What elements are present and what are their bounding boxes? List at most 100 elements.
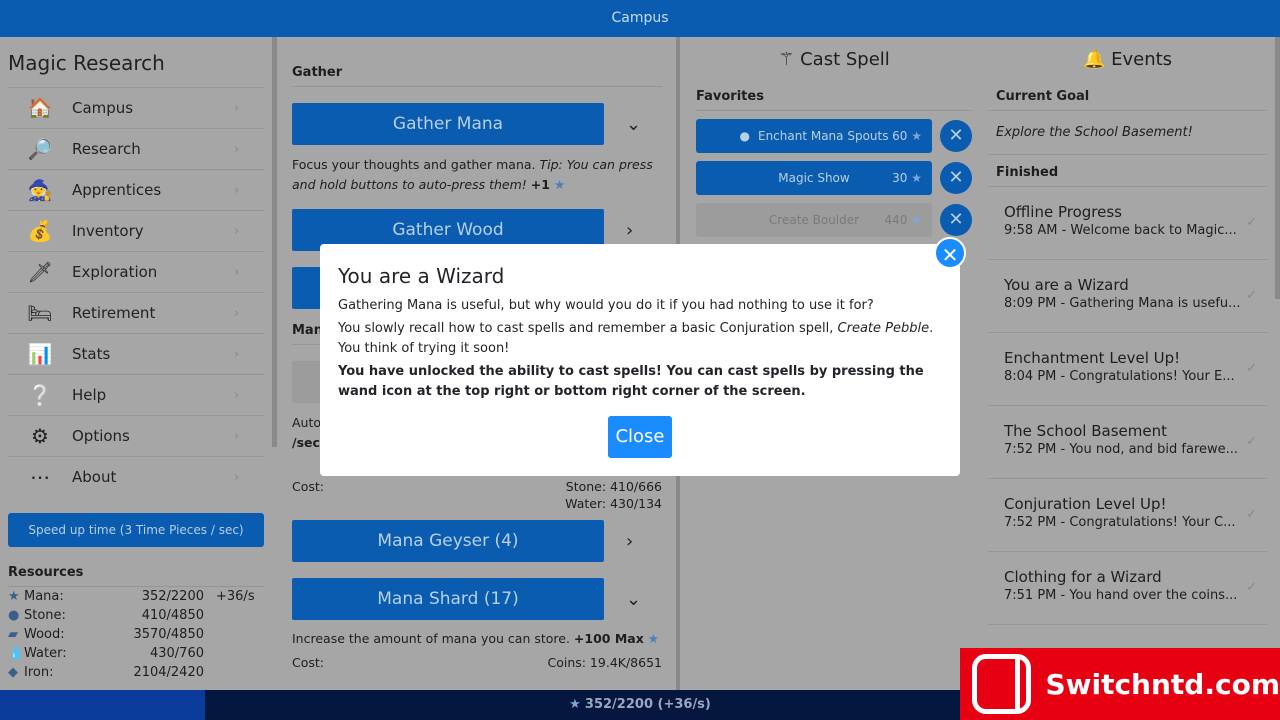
resource-row: ◆ Iron: 2104/2420 bbox=[8, 665, 204, 680]
resource-icon: ★ bbox=[8, 589, 20, 604]
watermark: Switchntd.com bbox=[960, 648, 1280, 720]
dialog-text: Gathering Mana is useful, but why would … bbox=[338, 298, 874, 313]
event-item[interactable]: You are a Wizard 8:09 PM - Gathering Mana… bbox=[988, 260, 1267, 333]
shard-gain: +100 Max bbox=[573, 631, 644, 646]
resource-icon: ● bbox=[8, 608, 20, 623]
sidebar-item-options[interactable]: ⚙ Options › bbox=[8, 415, 264, 456]
gather-mana-desc: Focus your thoughts and gather mana. Tip… bbox=[292, 157, 653, 192]
resource-icon: ◆ bbox=[8, 665, 18, 680]
resource-row: 💧 Water: 430/760 bbox=[8, 646, 204, 661]
sidebar-scrollbar[interactable] bbox=[272, 37, 277, 447]
current-goal-title: Current Goal bbox=[988, 89, 1267, 111]
event-item[interactable]: Enchantment Level Up! 8:04 PM - Congratul… bbox=[988, 333, 1267, 406]
event-item[interactable]: Clothing for a Wizard 7:51 PM - You hand … bbox=[988, 552, 1267, 625]
mana-geyser-button[interactable]: Mana Geyser (4) bbox=[292, 520, 604, 562]
cost-label: Cost: bbox=[292, 655, 325, 670]
mana-icon: ★ bbox=[911, 213, 922, 227]
mana-icon: ★ bbox=[553, 177, 566, 192]
exploration-icon: 🗡 bbox=[27, 260, 53, 284]
sidebar-item-stats[interactable]: 📊 Stats › bbox=[8, 333, 264, 374]
sidebar-item-retirement[interactable]: 🛏 Retirement › bbox=[8, 292, 264, 333]
coins-cost: Coins: 19.4K/8651 bbox=[547, 655, 662, 670]
favorite-spell-button[interactable]: Create Boulder 440 ★ bbox=[696, 203, 932, 237]
mana-readout: 352/2200 (+36/s) bbox=[584, 697, 711, 712]
close-icon[interactable]: ✕ bbox=[934, 237, 966, 269]
dialog-text: You slowly recall how to cast spells and… bbox=[338, 321, 934, 356]
cost-label: Cost: bbox=[292, 479, 325, 494]
cast-spell-tab[interactable]: ⚚ Cast Spell bbox=[696, 49, 972, 79]
stats-icon: 📊 bbox=[27, 342, 53, 366]
top-bar: Campus bbox=[0, 0, 1280, 37]
chevron-down-icon[interactable]: ⌄ bbox=[626, 114, 641, 135]
sidebar-item-help[interactable]: ❔ Help › bbox=[8, 374, 264, 415]
mana-icon: ★ bbox=[911, 129, 922, 143]
campus-icon: 🏠 bbox=[27, 96, 53, 120]
shard-desc: Increase the amount of mana you can stor… bbox=[292, 631, 570, 646]
remove-favorite-button[interactable]: ✕ bbox=[940, 120, 972, 152]
chevron-right-icon: › bbox=[234, 387, 240, 403]
chevron-right-icon: › bbox=[234, 100, 240, 116]
remove-favorite-button[interactable]: ✕ bbox=[940, 204, 972, 236]
chevron-right-icon: › bbox=[234, 346, 240, 362]
mana-progress bbox=[0, 690, 205, 720]
check-icon: ✓ bbox=[1246, 434, 1257, 449]
water-cost: Water: 430/134 bbox=[565, 496, 662, 511]
bell-icon: 🔔 bbox=[1082, 49, 1106, 70]
resource-row: ▰ Wood: 3570/4850 bbox=[8, 627, 204, 642]
mana-icon: ★ bbox=[911, 171, 922, 185]
wand-icon: ⚚ bbox=[778, 49, 795, 70]
check-icon: ✓ bbox=[1246, 288, 1257, 303]
speed-up-time-button[interactable]: Speed up time (3 Time Pieces / sec) bbox=[8, 513, 264, 547]
check-icon: ✓ bbox=[1246, 361, 1257, 376]
wizard-dialog: You are a Wizard Gathering Mana is usefu… bbox=[320, 244, 960, 476]
sidebar-item-campus[interactable]: 🏠 Campus › bbox=[8, 87, 264, 128]
close-button[interactable]: Close bbox=[608, 416, 672, 458]
chevron-right-icon: › bbox=[234, 305, 240, 321]
finished-title: Finished bbox=[988, 165, 1267, 187]
chevron-right-icon: › bbox=[234, 182, 240, 198]
sidebar-item-apprentices[interactable]: 🧙 Apprentices › bbox=[8, 169, 264, 210]
sidebar: Magic Research 🏠 Campus › 🔎 Research › 🧙 Appren… bbox=[0, 37, 272, 690]
active-dot-icon: ● bbox=[739, 129, 750, 143]
mana-icon: ★ bbox=[647, 631, 659, 646]
about-icon: ⋯ bbox=[30, 465, 50, 489]
check-icon: ✓ bbox=[1246, 215, 1257, 230]
resource-icon: 💧 bbox=[8, 646, 25, 661]
app-title: Magic Research bbox=[8, 51, 165, 75]
chevron-down-icon[interactable]: ⌄ bbox=[626, 589, 641, 610]
sidebar-item-about[interactable]: ⋯ About › bbox=[8, 456, 264, 497]
mana-shard-button[interactable]: Mana Shard (17) bbox=[292, 578, 604, 620]
events-panel: 🔔 Events Current Goal Explore the School… bbox=[980, 37, 1275, 690]
favorite-spell-button[interactable]: Magic Show 30 ★ bbox=[696, 161, 932, 195]
check-icon: ✓ bbox=[1246, 507, 1257, 522]
research-icon: 🔎 bbox=[27, 137, 53, 161]
switch-logo bbox=[972, 654, 1032, 714]
retirement-icon: 🛏 bbox=[27, 301, 53, 325]
chevron-right-icon[interactable]: › bbox=[626, 531, 633, 552]
events-scrollbar[interactable] bbox=[1275, 37, 1280, 299]
event-item[interactable]: Offline Progress 9:58 AM - Welcome back t… bbox=[988, 187, 1267, 260]
sidebar-item-inventory[interactable]: 💰 Inventory › bbox=[8, 210, 264, 251]
chevron-right-icon: › bbox=[234, 223, 240, 239]
event-item[interactable]: The School Basement 7:52 PM - You nod, an… bbox=[988, 406, 1267, 479]
remove-favorite-button[interactable]: ✕ bbox=[940, 162, 972, 194]
chevron-right-icon: › bbox=[234, 264, 240, 280]
chevron-right-icon: › bbox=[234, 141, 240, 157]
sidebar-item-exploration[interactable]: 🗡 Exploration › bbox=[8, 251, 264, 292]
event-item[interactable]: Conjuration Level Up! 7:52 PM - Congratul… bbox=[988, 479, 1267, 552]
sidebar-item-research[interactable]: 🔎 Research › bbox=[8, 128, 264, 169]
resource-icon: ▰ bbox=[8, 627, 18, 642]
gather-mana-button[interactable]: Gather Mana bbox=[292, 103, 604, 145]
chevron-right-icon: › bbox=[234, 428, 240, 444]
favorite-spell-button[interactable]: ● Enchant Mana Spouts 60 ★ bbox=[696, 119, 932, 153]
events-tab[interactable]: 🔔 Events bbox=[988, 49, 1267, 79]
sec-text: /sec bbox=[292, 435, 320, 450]
gather-title: Gather bbox=[292, 65, 662, 87]
resource-row: ● Stone: 410/4850 bbox=[8, 608, 204, 623]
mana-icon: ★ bbox=[569, 697, 581, 712]
options-icon: ⚙ bbox=[31, 424, 49, 448]
chevron-right-icon[interactable]: › bbox=[626, 220, 633, 241]
chevron-right-icon: › bbox=[234, 469, 240, 485]
apprentices-icon: 🧙 bbox=[27, 178, 53, 202]
dialog-text-bold: You have unlocked the ability to cast sp… bbox=[338, 364, 924, 399]
